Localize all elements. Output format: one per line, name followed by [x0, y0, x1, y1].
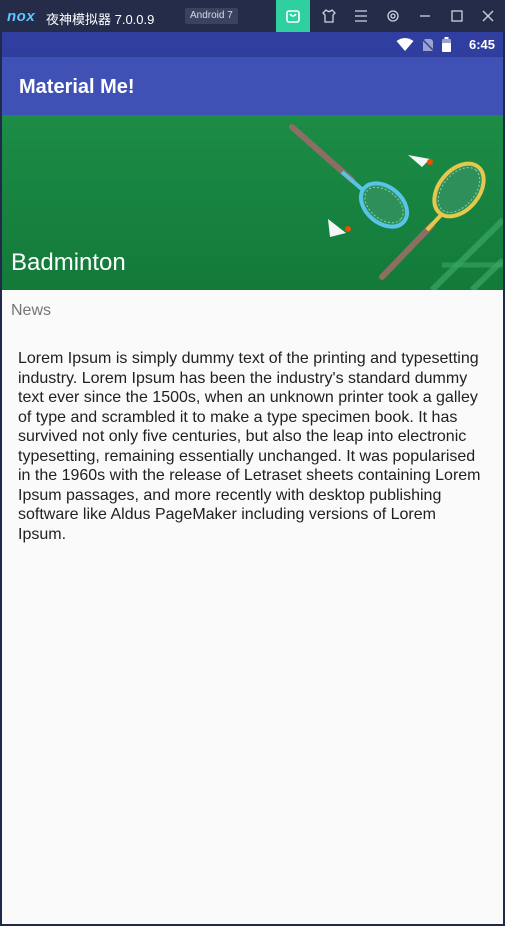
wifi-icon: [396, 37, 414, 57]
card-body-text: Lorem Ipsum is simply dummy text of the …: [18, 350, 481, 543]
emulator-title: 夜神模拟器 7.0.0.9: [46, 12, 155, 27]
app-title: Material Me!: [19, 76, 135, 98]
android-version-badge: Android 7: [185, 8, 238, 24]
close-icon[interactable]: [471, 0, 505, 32]
shop-icon[interactable]: [276, 0, 310, 32]
nox-logo: nox: [7, 8, 36, 25]
battery-icon: [442, 37, 451, 57]
minimize-icon[interactable]: [408, 0, 442, 32]
emulator-window: nox 夜神模拟器 7.0.0.9 Android 7 6:45 Materia…: [0, 0, 505, 926]
menu-icon[interactable]: [344, 0, 378, 32]
status-bar: 6:45: [2, 32, 503, 57]
no-sim-icon: [421, 37, 435, 57]
app-bar: Material Me!: [2, 57, 503, 115]
phone-screen: 6:45 Material Me! Badminton News Lorem I…: [2, 32, 503, 924]
hero-image: Badminton: [2, 115, 503, 290]
shirt-icon[interactable]: [312, 0, 346, 32]
card-title: Badminton: [11, 249, 126, 276]
gear-icon[interactable]: [376, 0, 410, 32]
status-icons: [396, 37, 451, 57]
maximize-icon[interactable]: [440, 0, 474, 32]
card-subtitle: News: [11, 302, 52, 319]
emulator-title-bar: nox 夜神模拟器 7.0.0.9 Android 7: [0, 0, 505, 32]
status-time: 6:45: [468, 37, 495, 52]
